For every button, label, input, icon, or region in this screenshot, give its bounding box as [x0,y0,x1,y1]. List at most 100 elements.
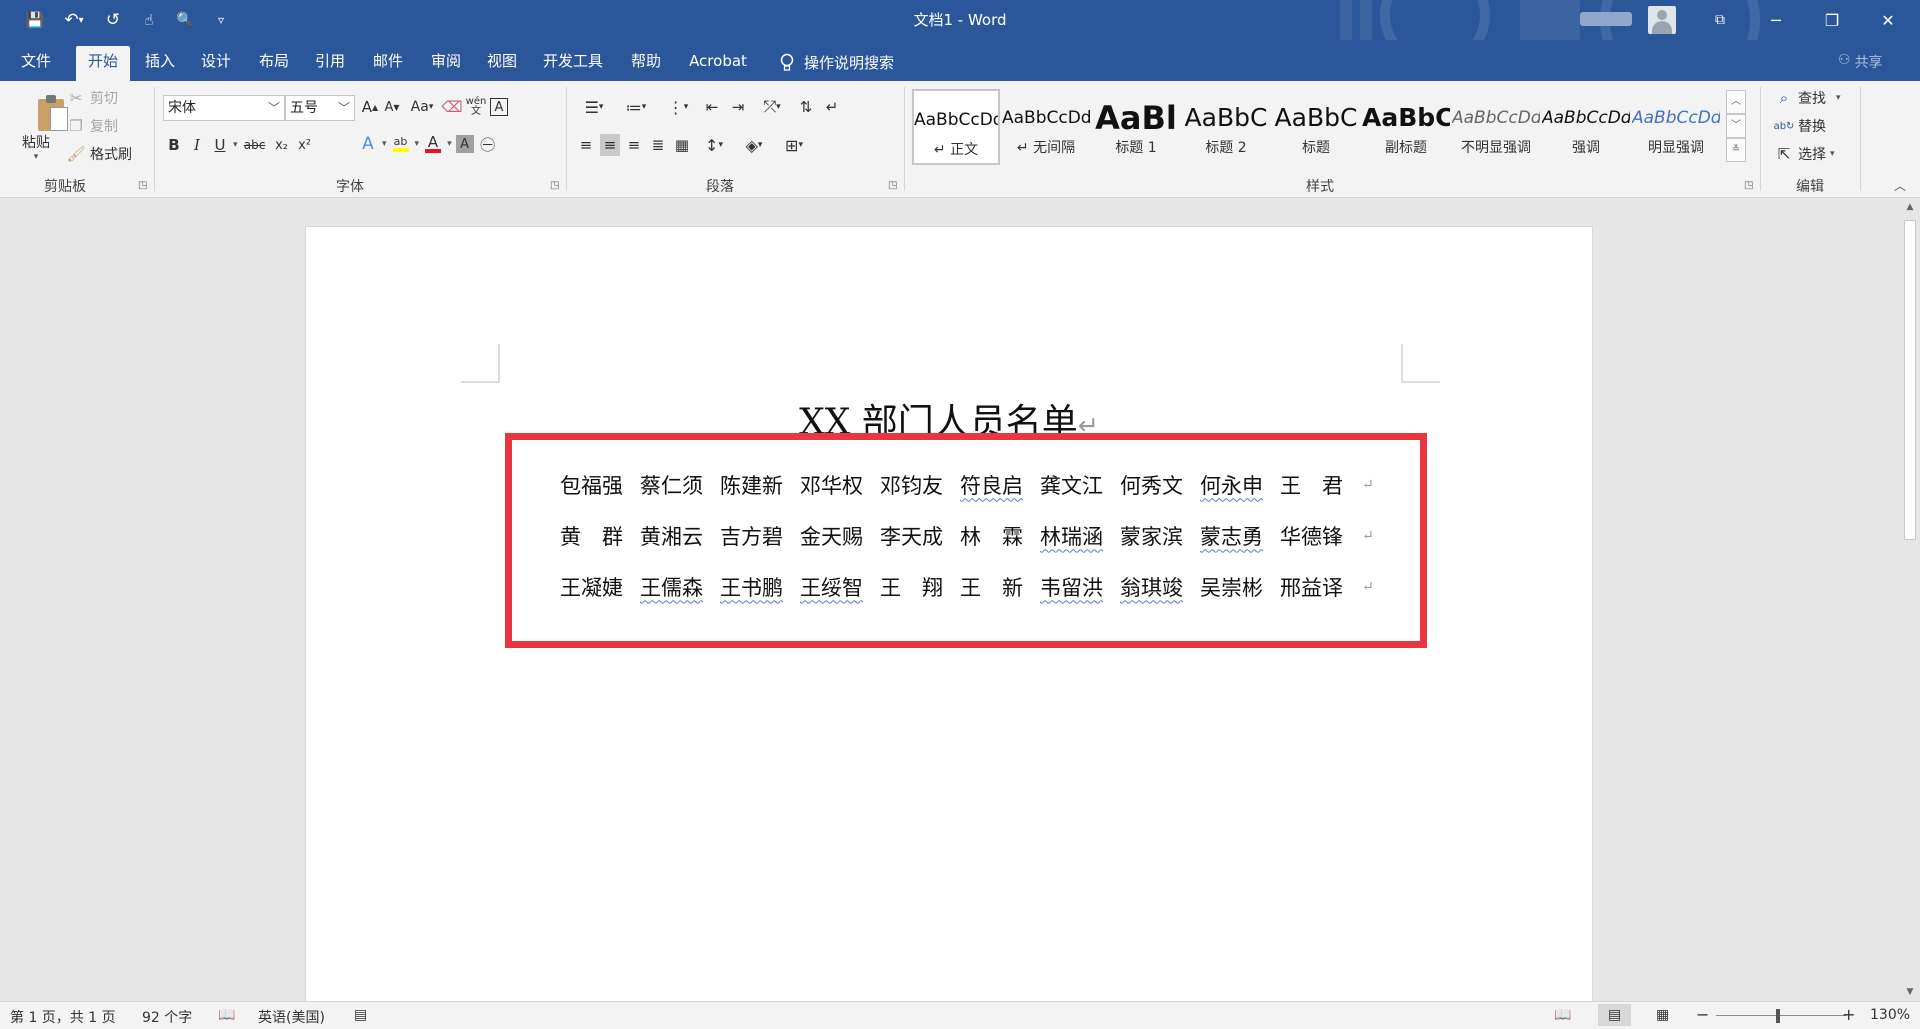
cut-button[interactable]: ✂ 剪切 [66,87,118,109]
zoom-slider-track[interactable] [1716,1015,1846,1016]
collapse-ribbon-icon[interactable]: ︿ [1894,177,1906,194]
tab-mailings[interactable]: 邮件 [364,46,412,81]
style-normal[interactable]: AaBbCcDd ↵ 正文 [912,89,1000,165]
tab-design[interactable]: 设计 [192,46,240,81]
gallery-down-icon[interactable]: ﹀ [1726,114,1746,138]
phonetic-guide-icon[interactable]: wén 文 [464,95,488,119]
zoom-level[interactable]: 130% [1870,1007,1910,1023]
change-case-icon[interactable]: Aa ▾ [404,95,440,119]
underline-icon[interactable]: U [210,134,230,156]
paragraph-launcher-icon[interactable]: ◳ [888,180,897,191]
zoom-slider-thumb[interactable] [1776,1009,1780,1023]
style-intense-emphasis[interactable]: AaBbCcDd 明显强调 [1632,89,1720,165]
tab-layout[interactable]: 布局 [250,46,298,81]
subscript-icon[interactable]: x₂ [272,134,292,156]
show-formatting-marks-icon[interactable]: ↵ [822,96,842,118]
tab-references[interactable]: 引用 [306,46,354,81]
bold-icon[interactable]: B [164,134,184,156]
tab-review[interactable]: 审阅 [422,46,470,81]
copy-button[interactable]: ❐ 复制 [66,115,118,137]
paste-button[interactable]: 粘贴 ▾ [16,86,68,162]
proofing-icon[interactable]: 📖 [218,1007,235,1023]
tab-view[interactable]: 视图 [478,46,526,81]
tab-acrobat[interactable]: Acrobat [680,46,756,81]
read-mode-icon[interactable]: 📖 [1554,1007,1571,1023]
close-button[interactable]: ✕ [1860,0,1916,40]
zoom-out-button[interactable]: − [1696,1005,1709,1024]
find-dropdown-icon[interactable]: ▾ [1836,93,1841,103]
numbering-icon[interactable]: ≔ ▾ [618,95,654,119]
format-painter-button[interactable]: 🖌 格式刷 [66,143,132,165]
clear-formatting-icon[interactable]: ⌫ [441,96,462,118]
customize-qat-icon[interactable]: ▿ [206,8,236,32]
undo-icon[interactable]: ↶ ▾ [56,8,92,32]
chinese-layout-icon[interactable]: ⤱ ▾ [754,95,790,119]
grow-font-icon[interactable]: A ▲ [360,96,380,118]
find-button[interactable]: ⌕ 查找 ▾ [1774,87,1841,109]
style-title[interactable]: AaBbC 标题 [1272,89,1360,165]
print-preview-icon[interactable]: 🔍 [170,8,200,32]
zoom-in-button[interactable]: + [1842,1005,1855,1024]
highlight-dropdown-icon[interactable]: ▾ [415,139,420,149]
sort-icon[interactable]: ⇅ [796,96,816,118]
gallery-more-icon[interactable]: ≚ [1726,138,1746,162]
tab-help[interactable]: 帮助 [620,46,672,81]
redo-icon[interactable]: ↺ [98,8,128,32]
avatar[interactable] [1648,6,1676,34]
decrease-indent-icon[interactable]: ⇤ [702,96,722,118]
minimize-button[interactable]: ─ [1748,0,1804,40]
select-dropdown-icon[interactable]: ▾ [1830,149,1835,159]
shrink-font-icon[interactable]: A ▼ [382,96,402,118]
gallery-up-icon[interactable]: ︿ [1726,90,1746,114]
replace-button[interactable]: ab↻ 替换 [1774,115,1826,137]
clipboard-launcher-icon[interactable]: ◳ [138,180,147,191]
font-size-combo[interactable]: 五号 ﹀ [285,95,355,121]
highlight-icon[interactable]: ab [391,133,411,155]
increase-indent-icon[interactable]: ⇥ [728,96,748,118]
touch-mode-icon[interactable]: ☝ [134,8,164,32]
web-layout-icon[interactable]: ▦ [1656,1007,1669,1023]
font-launcher-icon[interactable]: ◳ [550,180,559,191]
shading-icon[interactable]: ◈ ▾ [736,133,772,157]
vertical-scrollbar[interactable]: ▲ ▼ [1900,198,1920,1001]
tab-file[interactable]: 文件 [10,46,62,81]
justify-icon[interactable]: ≣ [648,134,668,156]
page-count[interactable]: 第 1 页，共 1 页 [10,1007,116,1027]
strikethrough-icon[interactable]: abc [241,133,269,157]
print-layout-icon[interactable]: ▤ [1598,1004,1632,1026]
italic-icon[interactable]: I [187,134,207,156]
superscript-icon[interactable]: x² [295,134,315,156]
character-shading-icon[interactable]: A [455,135,474,153]
word-count[interactable]: 92 个字 [142,1007,192,1027]
account-name[interactable] [1580,12,1632,26]
scrollbar-thumb[interactable] [1904,220,1916,540]
underline-dropdown-icon[interactable]: ▾ [233,140,238,150]
style-heading-1[interactable]: AaBl 标题 1 [1092,89,1180,165]
tab-insert[interactable]: 插入 [136,46,184,81]
font-color-dropdown-icon[interactable]: ▾ [447,139,452,149]
style-subtle-emphasis[interactable]: AaBbCcDd 不明显强调 [1452,89,1540,165]
select-button[interactable]: ⇱ 选择 ▾ [1774,143,1835,165]
character-border-icon[interactable]: A [490,98,508,116]
align-center-icon[interactable]: ≡ [600,134,620,156]
line-spacing-icon[interactable]: ↕ ▾ [696,133,732,157]
macro-recording-icon[interactable]: ▤ [354,1007,367,1023]
share-button[interactable]: ⚇ 共享 [1838,52,1883,72]
scroll-up-icon[interactable]: ▲ [1900,198,1920,216]
distributed-icon[interactable]: ▦ [672,134,692,156]
style-subtitle[interactable]: AaBbC 副标题 [1362,89,1450,165]
borders-icon[interactable]: ⊞ ▾ [776,133,812,157]
tell-me-search[interactable]: 操作说明搜索 [780,52,894,73]
save-icon[interactable]: 💾 [20,8,50,32]
multilevel-list-icon[interactable]: ⋮ ▾ [660,95,696,119]
tab-home[interactable]: 开始 [76,46,130,81]
font-family-combo[interactable]: 宋体 ﹀ [163,95,285,121]
styles-launcher-icon[interactable]: ◳ [1744,180,1753,191]
style-heading-2[interactable]: AaBbC 标题 2 [1182,89,1270,165]
restore-button[interactable]: ❐ [1804,0,1860,40]
tab-developer[interactable]: 开发工具 [536,46,610,81]
language-indicator[interactable]: 英语(美国) [258,1007,325,1027]
ribbon-display-options-button[interactable]: ⧉ [1692,0,1748,40]
style-no-spacing[interactable]: AaBbCcDd ↵ 无间隔 [1002,89,1090,165]
align-right-icon[interactable]: ≡ [624,134,644,156]
